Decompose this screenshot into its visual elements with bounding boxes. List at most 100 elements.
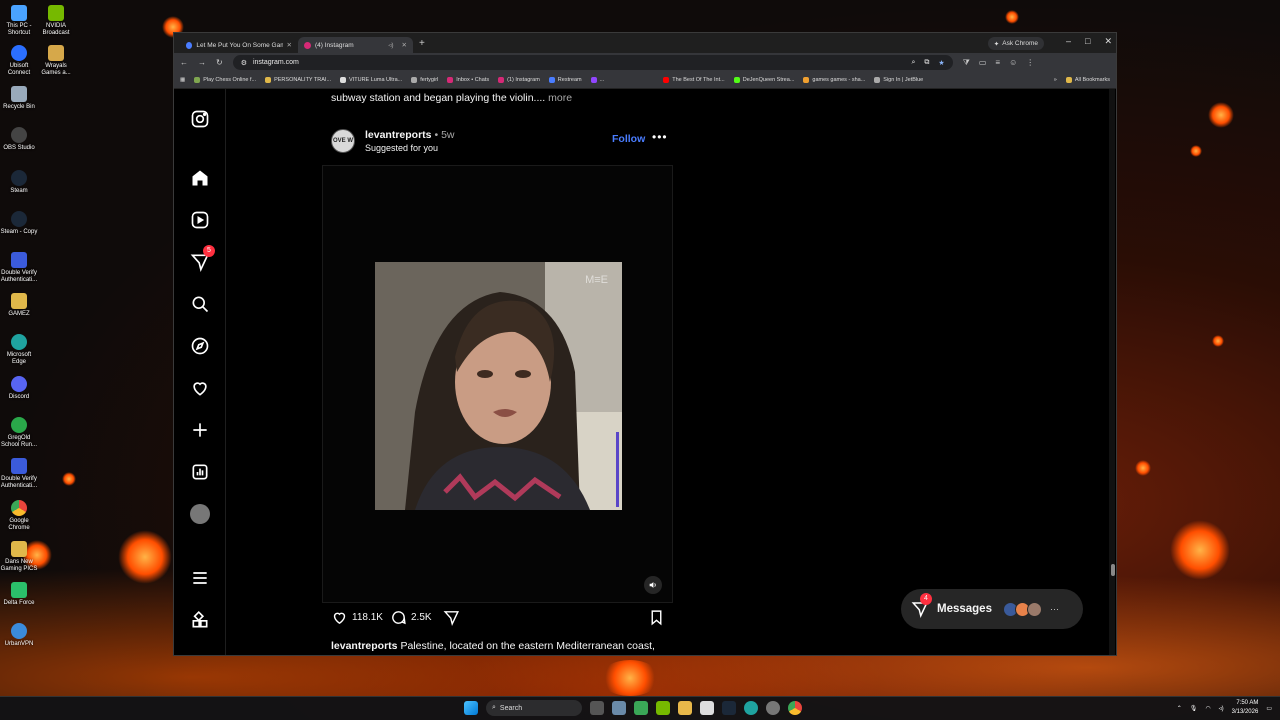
tab-audio-icon[interactable]: ◃): [388, 41, 393, 49]
bookmark-item[interactable]: games games - sha...: [803, 77, 865, 83]
close-window-button[interactable]: ✕: [1104, 36, 1112, 47]
new-tab-button[interactable]: +: [419, 38, 425, 49]
address-bar[interactable]: ⚙ instagram.com ⌕ ⧉ ★: [232, 55, 953, 70]
hamburger-menu-icon[interactable]: [190, 568, 210, 588]
site-info-icon[interactable]: ⚙: [241, 59, 247, 67]
bookmark-item[interactable]: DeJenQueen Strea...: [733, 77, 795, 83]
bookmark-star-icon[interactable]: ★: [938, 59, 944, 67]
reels-icon[interactable]: [190, 210, 210, 230]
like-button[interactable]: 118.1K: [331, 609, 383, 626]
volume-icon[interactable]: ◃): [1219, 705, 1224, 712]
desktop-icon-recycle-bin[interactable]: Recycle Bin: [0, 86, 38, 111]
bookmark-item[interactable]: fertygirl: [411, 77, 438, 83]
reload-button[interactable]: ↻: [216, 58, 223, 67]
create-icon[interactable]: [190, 420, 210, 440]
instagram-logo-icon[interactable]: [190, 109, 210, 129]
tab-let-me-put-you-on[interactable]: Let Me Put You On Some Gam... ✕: [180, 37, 298, 53]
desktop-icon-nvidia-broadcast[interactable]: NVIDIA Broadcast: [37, 5, 75, 37]
microphone-icon[interactable]: 🎙: [1190, 705, 1198, 712]
post-avatar[interactable]: OVE W: [331, 129, 355, 153]
profile-icon[interactable]: ☺: [1009, 58, 1017, 68]
desktop-icon-microsoft-edge[interactable]: Microsoft Edge: [0, 334, 38, 366]
desktop-icon-old-school-runescape[interactable]: GregOld School Run...: [0, 417, 38, 449]
back-button[interactable]: ←: [180, 58, 188, 67]
chevron-up-icon[interactable]: ⌃: [1177, 705, 1182, 712]
app-icon[interactable]: [766, 701, 780, 715]
bookmark-label: DeJenQueen Strea...: [742, 77, 795, 83]
explore-icon[interactable]: [190, 336, 210, 356]
audio-icon[interactable]: [644, 576, 662, 594]
desktop-icon-google-chrome[interactable]: Google Chrome: [0, 500, 38, 532]
desktop-icon-ubisoft-connect[interactable]: Ubisoft Connect: [0, 45, 38, 77]
desktop-icon-steam-copy[interactable]: Steam - Copy: [0, 211, 38, 236]
maximize-button[interactable]: □: [1085, 36, 1090, 47]
chrome-icon[interactable]: [788, 701, 802, 715]
bookmark-item[interactable]: (1) Instagram: [498, 77, 540, 83]
heart-icon[interactable]: [190, 378, 210, 398]
zoom-icon[interactable]: ⌕: [912, 59, 916, 67]
windows-start-icon[interactable]: [464, 701, 478, 715]
post-video[interactable]: M≡E: [322, 165, 673, 603]
apps-icon[interactable]: ▦: [180, 77, 185, 83]
calculator-icon[interactable]: [700, 701, 714, 715]
bookmark-item[interactable]: The Best Of The Int...: [663, 77, 725, 83]
save-button[interactable]: [648, 609, 665, 626]
media-controls-icon[interactable]: ≡: [995, 58, 1000, 68]
more-link[interactable]: more: [548, 92, 572, 104]
desktop-icon-wrayals-games[interactable]: Wrayals Games a...: [37, 45, 75, 77]
desktop-icon-discord[interactable]: Discord: [0, 376, 38, 401]
split-view-icon[interactable]: ▭: [979, 58, 987, 68]
task-view-icon[interactable]: [590, 701, 604, 715]
more-options-button[interactable]: •••: [652, 130, 668, 144]
bookmark-item[interactable]: Sign In | JetBlue: [874, 77, 923, 83]
dashboard-icon[interactable]: [190, 462, 210, 482]
notifications-icon[interactable]: ▭: [1266, 705, 1272, 712]
bookmark-item[interactable]: Play Chess Online f...: [194, 77, 256, 83]
install-app-icon[interactable]: ⧉: [924, 59, 929, 67]
follow-button[interactable]: Follow: [612, 133, 645, 145]
file-explorer-icon[interactable]: [678, 701, 692, 715]
home-icon[interactable]: [190, 168, 210, 188]
chevron-right-icon[interactable]: »: [1054, 77, 1057, 83]
share-button[interactable]: [443, 609, 460, 626]
desktop-icon-urbanvpn[interactable]: UrbanVPN: [0, 623, 38, 648]
bookmark-item[interactable]: Restream: [548, 77, 582, 83]
desktop-icon-obs-studio[interactable]: OBS Studio: [0, 127, 38, 152]
comment-button[interactable]: 2.5K: [390, 609, 432, 626]
settings-icon[interactable]: [612, 701, 626, 715]
desktop-icon-steam[interactable]: Steam: [0, 170, 38, 195]
messages-button[interactable]: 4 Messages ···: [901, 589, 1083, 629]
steam-icon[interactable]: [722, 701, 736, 715]
bookmark-item[interactable]: VITURE Luma Ultra...: [340, 77, 402, 83]
bookmark-item[interactable]: PERSONALITY TRAI...: [265, 77, 331, 83]
taskbar-search[interactable]: ⌕ Search: [486, 700, 582, 716]
caption-username[interactable]: levantreports: [331, 640, 398, 652]
profile-avatar[interactable]: [190, 504, 210, 524]
desktop-icon-this-pc[interactable]: This PC - Shortcut: [0, 5, 38, 37]
wifi-icon[interactable]: ◠: [1205, 705, 1210, 712]
ask-chrome-button[interactable]: ✦ Ask Chrome: [987, 37, 1044, 50]
xbox-icon[interactable]: [634, 701, 648, 715]
desktop-icon-double-verify[interactable]: Double Verify Authenticati...: [0, 252, 38, 284]
clock[interactable]: 7:50 AM 3/13/2026: [1232, 699, 1259, 717]
tab-instagram[interactable]: (4) Instagram ◃) ✕: [298, 37, 413, 53]
forward-button[interactable]: →: [198, 58, 206, 67]
desktop-icon-delta-force[interactable]: Delta Force: [0, 582, 38, 607]
all-bookmarks-button[interactable]: All Bookmarks: [1065, 77, 1110, 83]
also-from-meta-icon[interactable]: [190, 610, 210, 630]
tab-close-icon[interactable]: ✕: [402, 41, 407, 49]
minimize-button[interactable]: –: [1066, 36, 1071, 47]
menu-icon[interactable]: ⋮: [1026, 58, 1034, 68]
bookmark-item[interactable]: ...: [590, 77, 604, 83]
desktop-icon-gaming-pics[interactable]: Dans New Gaming PICS: [0, 541, 38, 573]
scrollbar-thumb[interactable]: [1111, 564, 1115, 576]
nvidia-icon[interactable]: [656, 701, 670, 715]
desktop-icon-double-verify-2[interactable]: Double Verify Authenticati...: [0, 458, 38, 490]
bookmark-item[interactable]: Inbox • Chats: [447, 77, 489, 83]
search-icon[interactable]: [190, 294, 210, 314]
extensions-icon[interactable]: ⧩: [963, 58, 970, 68]
desktop-icon-gamez[interactable]: GAMEZ: [0, 293, 38, 318]
post-username[interactable]: levantreports: [365, 129, 432, 141]
edge-icon[interactable]: [744, 701, 758, 715]
tab-close-icon[interactable]: ✕: [287, 41, 292, 49]
